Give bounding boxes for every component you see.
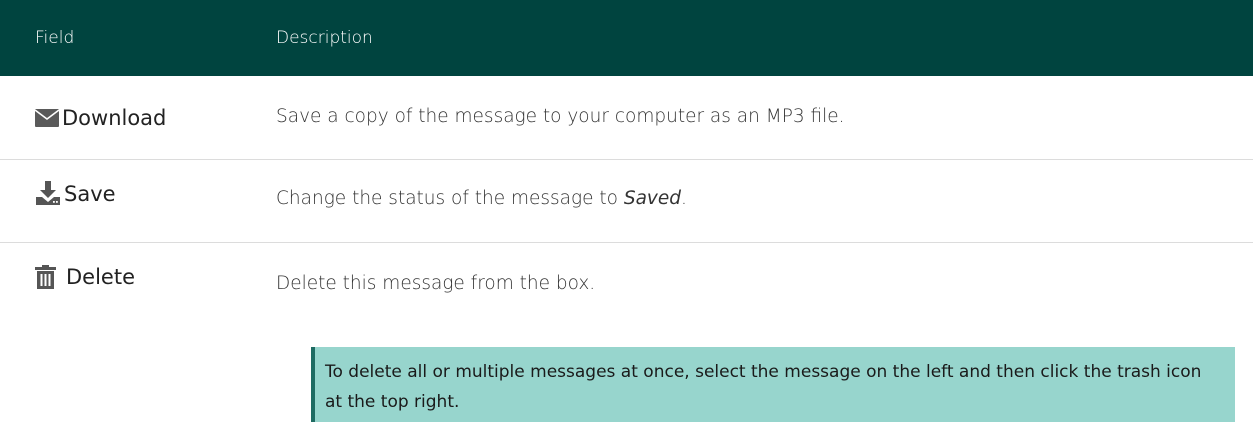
description-save-emphasis: Saved: [623, 188, 681, 209]
download-tray-icon: [35, 180, 61, 206]
table-header: Field Description: [0, 0, 1253, 76]
note-callout: To delete all or multiple messages at on…: [311, 347, 1235, 422]
table-row-save: Save Change the status of the message to…: [0, 160, 1253, 243]
envelope-icon: [35, 109, 59, 127]
field-label-download: Download: [62, 106, 167, 130]
field-cell: Download: [0, 76, 276, 136]
description-save-prefix: Change the status of the message to: [276, 188, 624, 209]
field-label-delete: Delete: [66, 265, 135, 289]
field-cell: Delete: [0, 243, 276, 289]
field-label-save: Save: [64, 182, 116, 206]
field-description-table: Field Description Download Save a copy o…: [0, 0, 1253, 423]
description-download: Save a copy of the message to your compu…: [276, 106, 845, 127]
description-save-suffix: .: [680, 188, 687, 209]
table-row-delete: Delete Delete this message from the box.…: [0, 243, 1253, 423]
field-cell: Save: [0, 160, 276, 206]
header-description: Description: [276, 28, 373, 48]
table-row-download: Download Save a copy of the message to y…: [0, 76, 1253, 160]
trash-icon: [35, 265, 56, 289]
note-text: To delete all or multiple messages at on…: [325, 362, 1202, 412]
description-save: Change the status of the message to Save…: [276, 160, 1253, 242]
header-field: Field: [35, 28, 75, 48]
